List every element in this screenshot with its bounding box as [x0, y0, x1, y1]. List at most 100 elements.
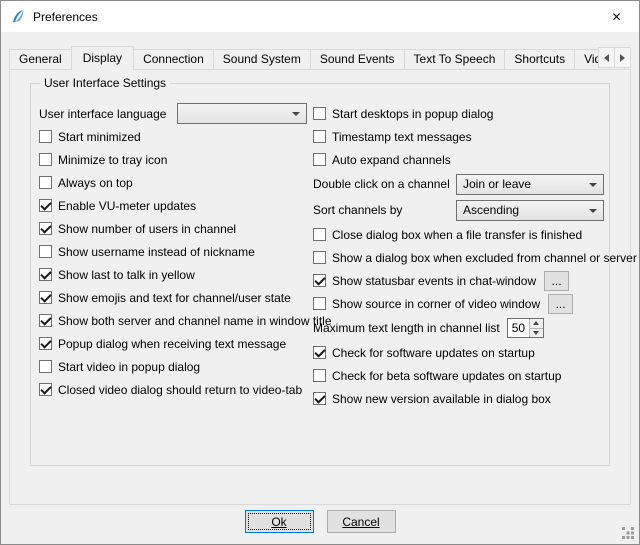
- language-label: User interface language: [39, 107, 175, 121]
- checkbox-label: Start desktops in popup dialog: [332, 107, 493, 121]
- checkbox-show-emojis-and-text-for-state[interactable]: Show emojis and text for channel/user st…: [39, 286, 313, 309]
- checkbox-show-statusbar-events-row: Show statusbar events in chat-window ...: [313, 269, 605, 292]
- checkbox-label: Auto expand channels: [332, 153, 451, 167]
- checkbox-label: Start video in popup dialog: [58, 360, 200, 374]
- checkbox-check-beta-software-updates[interactable]: Check for beta software updates on start…: [313, 364, 605, 387]
- tab-sound-system[interactable]: Sound System: [213, 49, 311, 69]
- ok-button-label: Ok: [271, 515, 286, 529]
- checkbox-box[interactable]: [313, 130, 326, 143]
- checkbox-label: Enable VU-meter updates: [58, 199, 196, 213]
- spinner-up-button[interactable]: [530, 319, 543, 328]
- statusbar-events-more-button[interactable]: ...: [544, 271, 569, 291]
- checkbox-label: Show last to talk in yellow: [58, 268, 195, 282]
- teamtalk-logo-icon: [10, 9, 26, 25]
- checkbox-box[interactable]: [313, 228, 326, 241]
- tab-sound-events[interactable]: Sound Events: [310, 49, 405, 69]
- max-text-length-spinner[interactable]: 50: [507, 318, 544, 338]
- close-button[interactable]: ✕: [594, 1, 639, 32]
- checkbox-box[interactable]: [39, 360, 52, 373]
- checkbox-start-video-in-popup-dialog[interactable]: Start video in popup dialog: [39, 355, 313, 378]
- checkbox-show-number-of-users-in-channel[interactable]: Show number of users in channel: [39, 217, 313, 240]
- checkbox-box[interactable]: [313, 346, 326, 359]
- checkbox-always-on-top[interactable]: Always on top: [39, 171, 313, 194]
- dialog-body: General Display Connection Sound System …: [1, 32, 639, 544]
- sort-channels-label: Sort channels by: [313, 203, 402, 217]
- checkbox-label: Show number of users in channel: [58, 222, 236, 236]
- language-row: User interface language: [39, 102, 313, 125]
- checkbox-box[interactable]: [39, 291, 52, 304]
- checkbox-closed-video-return-to-video-tab[interactable]: Closed video dialog should return to vid…: [39, 378, 313, 401]
- checkbox-box[interactable]: [39, 199, 52, 212]
- checkbox-check-software-updates[interactable]: Check for software updates on startup: [313, 341, 605, 364]
- title-bar: Preferences ✕: [1, 1, 639, 32]
- checkbox-box[interactable]: [313, 153, 326, 166]
- tab-shortcuts[interactable]: Shortcuts: [504, 49, 575, 69]
- max-text-length-label: Maximum text length in channel list: [313, 321, 500, 335]
- tab-scroll-left-button[interactable]: [598, 47, 615, 68]
- checkbox-label: Always on top: [58, 176, 133, 190]
- cancel-button[interactable]: Cancel: [327, 510, 396, 533]
- checkbox-label: Show username instead of nickname: [58, 245, 255, 259]
- checkbox-label: Check for beta software updates on start…: [332, 369, 561, 383]
- checkbox-minimize-to-tray-icon[interactable]: Minimize to tray icon: [39, 148, 313, 171]
- checkbox-box[interactable]: [39, 130, 52, 143]
- tab-general[interactable]: General: [9, 49, 72, 69]
- checkbox-box[interactable]: [39, 222, 52, 235]
- sort-channels-selected-value: Ascending: [463, 203, 519, 217]
- checkbox-start-minimized[interactable]: Start minimized: [39, 125, 313, 148]
- checkbox-box[interactable]: [39, 314, 52, 327]
- checkbox-box[interactable]: [313, 107, 326, 120]
- sort-channels-select[interactable]: Ascending: [456, 200, 604, 221]
- resize-grip[interactable]: [622, 527, 635, 540]
- checkbox-show-dialog-when-excluded[interactable]: Show a dialog box when excluded from cha…: [313, 246, 605, 269]
- checkbox-box[interactable]: [39, 153, 52, 166]
- checkbox-close-dialog-when-transfer-finished[interactable]: Close dialog box when a file transfer is…: [313, 223, 605, 246]
- checkbox-box[interactable]: [313, 274, 326, 287]
- double-click-select[interactable]: Join or leave: [456, 174, 604, 195]
- arrow-left-icon: [604, 54, 609, 62]
- left-column: User interface language Start minimized: [39, 102, 313, 410]
- checkbox-box[interactable]: [313, 251, 326, 264]
- tab-connection[interactable]: Connection: [133, 49, 214, 69]
- tab-display[interactable]: Display: [71, 46, 134, 70]
- checkbox-timestamp-text-messages[interactable]: Timestamp text messages: [313, 125, 605, 148]
- chevron-down-icon: [589, 209, 597, 213]
- checkbox-show-server-and-channel-in-title[interactable]: Show both server and channel name in win…: [39, 309, 313, 332]
- checkbox-show-username-instead-of-nickname[interactable]: Show username instead of nickname: [39, 240, 313, 263]
- checkbox-label: Show a dialog box when excluded from cha…: [332, 251, 637, 265]
- checkbox-box[interactable]: [39, 337, 52, 350]
- checkbox-enable-vu-meter-updates[interactable]: Enable VU-meter updates: [39, 194, 313, 217]
- double-click-label: Double click on a channel: [313, 177, 450, 191]
- spinner-down-button[interactable]: [530, 328, 543, 338]
- checkbox-box[interactable]: [39, 383, 52, 396]
- ok-button[interactable]: Ok: [245, 510, 314, 533]
- tab-text-to-speech[interactable]: Text To Speech: [404, 49, 506, 69]
- checkbox-box[interactable]: [313, 369, 326, 382]
- right-column: Start desktops in popup dialog Timestamp…: [313, 102, 605, 410]
- checkbox-show-video-source-row: Show source in corner of video window ..…: [313, 292, 605, 315]
- checkbox-label: Close dialog box when a file transfer is…: [332, 228, 582, 242]
- checkbox-show-new-version-dialog[interactable]: Show new version available in dialog box: [313, 387, 605, 410]
- video-source-more-button[interactable]: ...: [548, 294, 573, 314]
- arrow-up-icon: [533, 321, 539, 325]
- window-title: Preferences: [33, 10, 98, 24]
- checkbox-box[interactable]: [39, 245, 52, 258]
- checkbox-label: Show new version available in dialog box: [332, 392, 551, 406]
- checkbox-show-last-to-talk-in-yellow[interactable]: Show last to talk in yellow: [39, 263, 313, 286]
- tab-scroll-right-button[interactable]: [614, 47, 631, 68]
- checkbox-box[interactable]: [39, 268, 52, 281]
- checkbox-box[interactable]: [313, 297, 326, 310]
- checkbox-label: Show source in corner of video window: [332, 297, 540, 311]
- arrow-right-icon: [620, 54, 625, 62]
- checkbox-box[interactable]: [313, 392, 326, 405]
- checkbox-box[interactable]: [39, 176, 52, 189]
- checkbox-popup-dialog-on-text-message[interactable]: Popup dialog when receiving text message: [39, 332, 313, 355]
- group-title: User Interface Settings: [40, 76, 170, 90]
- checkbox-label: Closed video dialog should return to vid…: [58, 383, 302, 397]
- group-user-interface-settings: User Interface Settings User interface l…: [30, 83, 610, 466]
- checkbox-start-desktops-in-popup-dialog[interactable]: Start desktops in popup dialog: [313, 102, 605, 125]
- display-tab-pane: User Interface Settings User interface l…: [9, 69, 631, 505]
- checkbox-label: Check for software updates on startup: [332, 346, 535, 360]
- language-select[interactable]: [177, 103, 307, 124]
- checkbox-auto-expand-channels[interactable]: Auto expand channels: [313, 148, 605, 171]
